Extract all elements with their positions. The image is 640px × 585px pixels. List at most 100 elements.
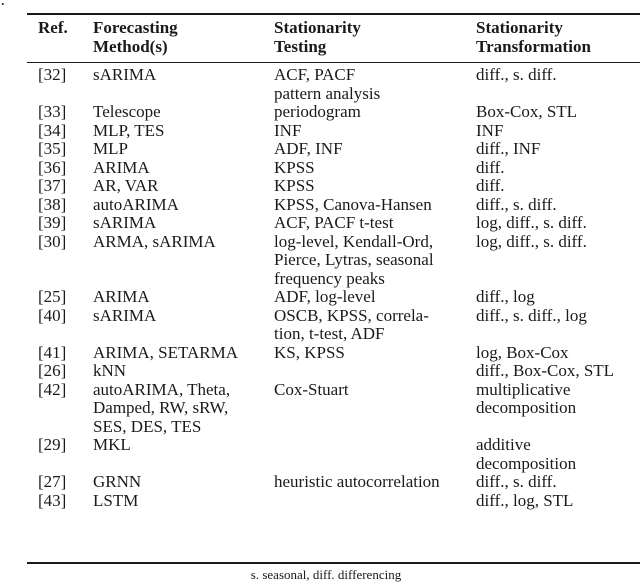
ref-cell: [36]	[38, 157, 67, 177]
method-cell: AR, VAR	[93, 176, 159, 195]
testing-cell: periodogram	[274, 102, 361, 121]
ref-cell: [29]	[38, 435, 67, 454]
table-row: [43] LSTM diff., log, STL	[0, 490, 640, 511]
transformation-cell: diff.	[476, 176, 505, 195]
testing-cell: KS, KPSS	[274, 342, 345, 362]
testing-cell: KPSS, Canova-Hansen	[274, 194, 432, 214]
ref-cell: [27]	[38, 472, 67, 491]
table-header-rule	[27, 62, 640, 63]
header-transformation-line-1: Stationarity	[476, 18, 563, 37]
table-row: [32] sARIMA ACF, PACF pattern analysis diff…	[0, 65, 640, 103]
header-transformation-line-2: Transformation	[476, 37, 591, 56]
method-cell: ARIMA	[93, 287, 150, 306]
table-bottom-rule	[27, 562, 640, 564]
header-ref: Ref.	[38, 18, 68, 37]
testing-cell: Cox-Stuart	[274, 379, 349, 399]
method-cell: ARIMA	[93, 157, 150, 177]
transformation-cell: diff., s. diff., log	[476, 305, 587, 325]
testing-cell: heuristic autocorrelation	[274, 472, 440, 491]
table-row: [41] ARIMA, SETARMA KS, KPSS log, Box-Cox	[0, 342, 640, 363]
header-transformation: Stationarity Transformation	[476, 18, 591, 56]
transformation-cell: diff., Box-Cox, STL	[476, 361, 615, 380]
ref-cell: [35]	[38, 139, 67, 158]
ref-cell: [33]	[38, 102, 67, 121]
method-cell: ARIMA, SETARMA	[93, 342, 239, 362]
transformation-cell: diff., log	[476, 287, 535, 306]
table-row: [33] Telescope periodogram Box-Cox, STL	[0, 102, 640, 122]
ref-cell: [34]	[38, 120, 67, 140]
testing-cell: OSCB, KPSS, correla- tion, t-test, ADF	[274, 305, 429, 343]
transformation-cell: log, diff., s. diff.	[476, 213, 587, 232]
testing-cell	[274, 492, 476, 511]
testing-cell	[274, 436, 476, 473]
table-row: [38] autoARIMA KPSS, Canova-Hansen diff., s…	[0, 194, 640, 215]
ref-cell: [26]	[38, 361, 67, 380]
method-cell: sARIMA	[93, 305, 157, 325]
table-row: [27] GRNN heuristic autocorrelation diff., …	[0, 472, 640, 492]
ref-cell: [43]	[38, 490, 67, 510]
method-cell: ARMA, sARIMA	[93, 231, 216, 251]
transformation-cell: diff., s. diff.	[476, 472, 557, 491]
header-testing-line-1: Stationarity	[274, 18, 361, 37]
transformation-cell: diff.	[476, 157, 505, 177]
testing-cell: ACF, PACF t-test	[274, 213, 394, 232]
testing-cell: log-level, Kendall-Ord, Pierce, Lytras, …	[274, 231, 434, 288]
method-cell: MLP	[93, 139, 128, 158]
method-cell: LSTM	[93, 490, 139, 510]
table-row: [40] sARIMA OSCB, KPSS, correla- tion, t-t…	[0, 305, 640, 344]
table-row: [30] ARMA, sARIMA log-level, Kendall-Ord, …	[0, 231, 640, 289]
ref-cell: [38]	[38, 194, 67, 214]
header-method: Forecasting Method(s)	[93, 18, 178, 56]
testing-cell: ADF, INF	[274, 139, 343, 158]
table-row: [39] sARIMA ACF, PACF t-test log, diff., s.…	[0, 213, 640, 233]
method-cell: MLP, TES	[93, 120, 165, 140]
header-testing: Stationarity Testing	[274, 18, 361, 56]
table-body: [32] sARIMA ACF, PACF pattern analysis diff…	[0, 65, 640, 511]
ref-cell: [25]	[38, 287, 67, 306]
transformation-cell: diff., s. diff.	[476, 194, 557, 214]
method-cell: MKL	[93, 435, 131, 454]
transformation-cell: diff., INF	[476, 139, 541, 158]
transformation-cell: Box-Cox, STL	[476, 102, 578, 121]
transformation-cell: additive decomposition	[476, 435, 577, 473]
method-cell: autoARIMA	[93, 194, 179, 214]
testing-cell: ACF, PACF pattern analysis	[274, 65, 381, 103]
testing-cell: ADF, log-level	[274, 287, 376, 306]
testing-cell: INF	[274, 120, 302, 140]
transformation-cell: INF	[476, 120, 504, 140]
transformation-cell: diff., log, STL	[476, 490, 574, 510]
table-row: [42] autoARIMA, Theta, Damped, RW, sRW, S…	[0, 379, 640, 437]
ref-cell: [41]	[38, 342, 67, 362]
table-row: [34] MLP, TES INF INF	[0, 120, 640, 141]
transformation-cell: multiplicative decomposition	[476, 379, 577, 417]
transformation-cell: log, diff., s. diff.	[476, 231, 587, 251]
ref-cell: [40]	[38, 305, 67, 325]
table-row: [25] ARIMA ADF, log-level diff., log	[0, 287, 640, 307]
ref-cell: [39]	[38, 213, 67, 232]
testing-cell: KPSS	[274, 157, 315, 177]
table-row: [29] MKL additive decomposition	[0, 435, 640, 473]
header-testing-line-2: Testing	[274, 37, 327, 56]
table-top-rule	[27, 13, 640, 15]
method-cell: Telescope	[93, 102, 161, 121]
method-cell: autoARIMA, Theta, Damped, RW, sRW, SES, …	[93, 379, 231, 436]
header-method-line-2: Method(s)	[93, 37, 168, 56]
table-footnote: s. seasonal, diff. differencing	[250, 567, 402, 582]
method-cell: GRNN	[93, 472, 142, 491]
ref-cell: [30]	[38, 231, 67, 251]
testing-cell	[274, 362, 476, 381]
table-row: [35] MLP ADF, INF diff., INF	[0, 139, 640, 159]
ref-cell: [42]	[38, 379, 67, 399]
table-row: [36] ARIMA KPSS diff.	[0, 157, 640, 178]
ref-cell: [37]	[38, 176, 67, 195]
cut-off-caption-fragment: s.	[0, 0, 5, 10]
header-ref-line: Ref.	[38, 18, 68, 37]
method-cell: sARIMA	[93, 213, 157, 232]
testing-cell: KPSS	[274, 176, 315, 195]
header-method-line-1: Forecasting	[93, 18, 178, 37]
method-cell: kNN	[93, 361, 127, 380]
transformation-cell: diff., s. diff.	[476, 65, 557, 84]
method-cell: sARIMA	[93, 65, 157, 84]
table-row: [26] kNN diff., Box-Cox, STL	[0, 361, 640, 381]
table-row: [37] AR, VAR KPSS diff.	[0, 176, 640, 196]
